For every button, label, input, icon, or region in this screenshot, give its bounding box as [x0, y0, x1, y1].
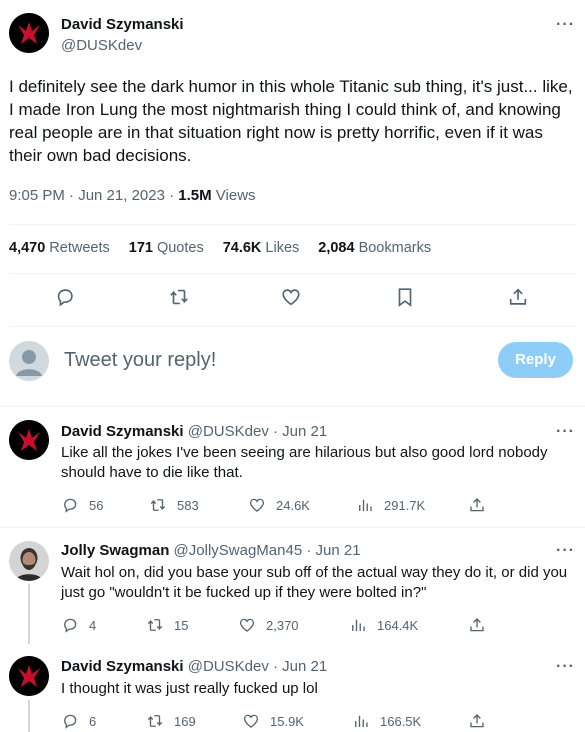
author-name[interactable]: David Szymanski [61, 658, 184, 675]
like-count[interactable]: 24.6K [248, 496, 310, 514]
default-user-icon [9, 341, 49, 381]
reply-button[interactable]: Reply [498, 342, 573, 378]
retweet-count[interactable]: 15 [146, 616, 188, 634]
thread-line [28, 700, 30, 732]
view-count[interactable]: 166.5K [352, 712, 421, 730]
retweet-count[interactable]: 583 [149, 496, 199, 514]
share-icon[interactable] [468, 712, 496, 730]
reply-count[interactable]: 4 [61, 616, 96, 634]
reply-count[interactable]: 56 [61, 496, 103, 514]
retweets-stat[interactable]: 4,470 Retweets [9, 240, 110, 256]
reply-icon [64, 498, 77, 513]
views-icon [355, 715, 368, 727]
avatar[interactable] [9, 13, 49, 53]
reply-icon [64, 618, 77, 633]
dusk-logo-icon [9, 13, 49, 53]
likes-stat[interactable]: 74.6K Likes [223, 240, 300, 256]
dusk-logo-icon [9, 656, 49, 696]
divider [0, 406, 585, 407]
retweet-icon [147, 715, 163, 727]
tweet-stats: 4,470 Retweets 171 Quotes 74.6K Likes 2,084… [9, 240, 431, 256]
divider [9, 326, 576, 327]
author-name[interactable]: Jolly Swagman [61, 542, 169, 559]
share-icon[interactable] [468, 496, 496, 514]
author-handle-date[interactable]: @JollySwagMan45 · Jun 21 [174, 542, 361, 559]
like-icon [239, 618, 255, 632]
divider [9, 273, 576, 274]
more-options-icon[interactable]: ··· [556, 542, 575, 560]
user-avatar[interactable] [9, 341, 49, 381]
more-options-icon[interactable]: ··· [556, 423, 575, 441]
tweet-time[interactable]: 9:05 PM · Jun 21, 2023 · [9, 187, 178, 204]
author-handle-date[interactable]: @DUSKdev · Jun 21 [188, 658, 327, 675]
author-handle[interactable]: @DUSKdev [61, 37, 142, 54]
reply-text: I thought it was just really fucked up l… [61, 680, 318, 697]
avatar[interactable] [9, 541, 49, 581]
like-icon[interactable] [280, 286, 304, 310]
divider [9, 224, 576, 225]
views-count: 1.5M [178, 187, 212, 204]
retweet-count[interactable]: 169 [146, 712, 196, 730]
person-photo-icon [9, 541, 49, 581]
views-icon [352, 619, 365, 631]
tweet-action-bar [0, 286, 585, 314]
more-options-icon[interactable]: ··· [556, 658, 575, 676]
views-label: Views [211, 187, 256, 204]
more-options-icon[interactable]: ··· [556, 16, 575, 34]
view-count[interactable]: 164.4K [349, 616, 418, 634]
reply-header: David Szymanski @DUSKdev · Jun 21 [61, 423, 327, 440]
like-icon [243, 714, 259, 728]
author-name[interactable]: David Szymanski [61, 423, 184, 440]
reply-text: Wait hol on, did you base your sub off o… [61, 564, 568, 601]
like-count[interactable]: 2,370 [238, 616, 299, 634]
reply-text: Like all the jokes I've been seeing are … [61, 444, 548, 481]
reply-header: Jolly Swagman @JollySwagMan45 · Jun 21 [61, 542, 361, 559]
author-name[interactable]: David Szymanski [61, 16, 184, 33]
share-icon[interactable] [507, 286, 531, 310]
tweet-meta: 9:05 PM · Jun 21, 2023 · 1.5M Views [9, 187, 256, 204]
reply-input[interactable]: Tweet your reply! [64, 349, 216, 372]
thread-line [28, 584, 30, 644]
retweet-icon[interactable] [168, 286, 192, 310]
retweet-icon [147, 619, 163, 631]
author-handle-date[interactable]: @DUSKdev · Jun 21 [188, 423, 327, 440]
avatar[interactable] [9, 420, 49, 460]
bookmarks-stat[interactable]: 2,084 Bookmarks [318, 240, 431, 256]
reply-header: David Szymanski @DUSKdev · Jun 21 [61, 658, 327, 675]
reply-count[interactable]: 6 [61, 712, 96, 730]
view-count[interactable]: 291.7K [356, 496, 425, 514]
like-count[interactable]: 15.9K [242, 712, 304, 730]
divider [0, 527, 585, 528]
reply-icon[interactable] [54, 286, 78, 310]
quotes-stat[interactable]: 171 Quotes [129, 240, 204, 256]
dusk-logo-icon [9, 420, 49, 460]
share-icon[interactable] [468, 616, 496, 634]
retweet-icon [150, 499, 166, 511]
reply-icon [64, 714, 77, 729]
views-icon [359, 499, 372, 511]
bookmark-icon[interactable] [394, 286, 418, 310]
tweet-text: I definitely see the dark humor in this … [9, 77, 573, 165]
avatar[interactable] [9, 656, 49, 696]
like-icon [249, 498, 265, 512]
